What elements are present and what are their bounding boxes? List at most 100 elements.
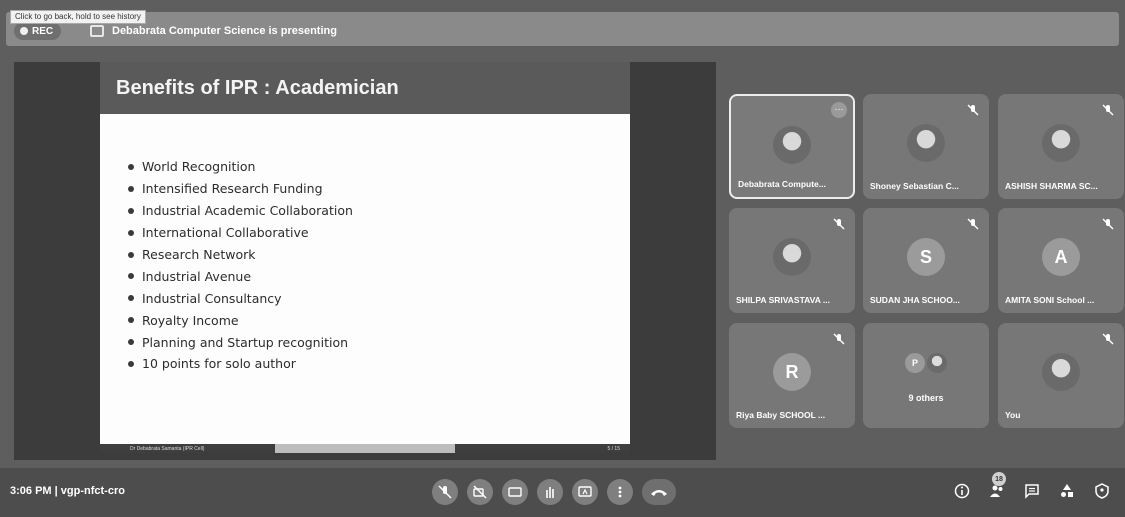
participant-tile[interactable]: ⋯ Debabrata Compute... xyxy=(729,94,855,199)
list-item: Royalty Income xyxy=(128,309,630,331)
avatar xyxy=(773,126,811,164)
list-item: World Recognition xyxy=(128,156,630,178)
participant-name: Debabrata Compute... xyxy=(738,179,826,189)
back-tooltip: Click to go back, hold to see history xyxy=(10,10,146,24)
bullet-icon xyxy=(128,360,134,367)
slide-title: Benefits of IPR : Academician xyxy=(116,76,399,99)
participant-tile-self[interactable]: You xyxy=(998,323,1124,428)
host-controls-button[interactable] xyxy=(1093,482,1111,500)
participant-name: Riya Baby SCHOOL ... xyxy=(736,410,826,420)
presenting-banner: Debabrata Computer Science is presenting xyxy=(90,22,337,40)
people-button[interactable]: 18 xyxy=(988,472,1006,500)
people-count-badge: 18 xyxy=(992,472,1006,486)
bullet-icon xyxy=(128,163,134,170)
slide-bullet-list: World Recognition Intensified Research F… xyxy=(128,156,630,375)
avatar xyxy=(907,124,945,162)
chat-button[interactable] xyxy=(1023,482,1041,500)
mic-off-icon xyxy=(833,218,845,230)
others-avatars: P xyxy=(905,353,947,373)
bullet-text: Industrial Avenue xyxy=(142,268,252,284)
others-tile[interactable]: P 9 others xyxy=(863,323,989,428)
bullet-icon xyxy=(128,251,134,258)
bullet-icon xyxy=(128,317,134,324)
chat-icon xyxy=(1025,484,1039,499)
meeting-info: 3:06 PM | vgp-nfct-cro xyxy=(10,485,125,497)
participant-tile[interactable]: R Riya Baby SCHOOL ... xyxy=(729,323,855,428)
avatar xyxy=(927,353,947,373)
list-item: Intensified Research Funding xyxy=(128,178,630,200)
more-options-button[interactable] xyxy=(607,479,633,505)
avatar xyxy=(1042,353,1080,391)
bullet-icon xyxy=(128,185,134,192)
mic-off-icon xyxy=(833,333,845,345)
mic-off-icon xyxy=(1102,218,1114,230)
list-item: Industrial Avenue xyxy=(128,265,630,287)
participant-tile[interactable]: A AMITA SONI School ... xyxy=(998,208,1124,313)
avatar xyxy=(773,238,811,276)
mic-toggle-button[interactable] xyxy=(432,479,458,505)
participant-tile[interactable]: ASHISH SHARMA SC... xyxy=(998,94,1124,199)
mic-off-icon xyxy=(1102,104,1114,116)
meeting-info-button[interactable] xyxy=(953,482,971,500)
mic-off-icon xyxy=(1102,333,1114,345)
participant-name: ASHISH SHARMA SC... xyxy=(1005,181,1098,191)
activities-icon xyxy=(1061,484,1073,497)
avatar: A xyxy=(1042,238,1080,276)
clock-time: 3:06 PM xyxy=(10,485,52,497)
avatar: S xyxy=(907,238,945,276)
screen-share-icon xyxy=(90,25,104,37)
slide-page-number: 5 / 15 xyxy=(607,445,620,452)
bullet-text: Industrial Academic Collaboration xyxy=(142,203,353,219)
bullet-icon xyxy=(128,229,134,236)
camera-toggle-button[interactable] xyxy=(467,479,493,505)
list-item: Research Network xyxy=(128,244,630,266)
participant-name: SHILPA SRIVASTAVA ... xyxy=(736,295,830,305)
raise-hand-button[interactable] xyxy=(537,479,563,505)
participant-tile[interactable]: SHILPA SRIVASTAVA ... xyxy=(729,208,855,313)
participant-name: Shoney Sebastian C... xyxy=(870,181,959,191)
side-panel-icons: 18 xyxy=(953,472,1111,500)
avatar: R xyxy=(773,353,811,391)
others-count: 9 others xyxy=(908,393,944,403)
slide-header: Benefits of IPR : Academician xyxy=(100,62,630,114)
participant-tile[interactable]: S SUDAN JHA SCHOO... xyxy=(863,208,989,313)
activities-button[interactable] xyxy=(1058,482,1076,500)
present-icon xyxy=(578,486,592,497)
info-icon xyxy=(954,483,970,499)
more-options-icon xyxy=(618,486,622,498)
bullet-text: Planning and Startup recognition xyxy=(142,334,349,350)
slide-footer: Dr Debabrata Samanta (IPR Cell) 5 / 15 xyxy=(100,444,630,453)
bottom-bar: 3:06 PM | vgp-nfct-cro 18 xyxy=(0,468,1125,517)
camera-off-icon xyxy=(473,485,487,499)
list-item: Industrial Academic Collaboration xyxy=(128,200,630,222)
participant-name: SUDAN JHA SCHOO... xyxy=(870,295,960,305)
avatar xyxy=(1042,124,1080,162)
recording-badge[interactable]: REC xyxy=(14,22,62,40)
list-item: Industrial Consultancy xyxy=(128,287,630,309)
list-item: Planning and Startup recognition xyxy=(128,331,630,353)
presentation-stage: Benefits of IPR : Academician World Reco… xyxy=(14,62,716,460)
mic-off-icon xyxy=(438,485,452,499)
more-options-icon[interactable]: ⋯ xyxy=(831,102,847,118)
separator: | xyxy=(54,485,58,497)
record-dot-icon xyxy=(20,27,28,35)
bullet-text: Industrial Consultancy xyxy=(142,290,282,306)
slide-footer-bar xyxy=(275,444,455,453)
bullet-icon xyxy=(128,273,134,280)
list-item: International Collaborative xyxy=(128,222,630,244)
present-button[interactable] xyxy=(572,479,598,505)
raise-hand-icon xyxy=(546,487,554,498)
bullet-icon xyxy=(128,339,134,346)
bullet-text: International Collaborative xyxy=(142,225,309,241)
slide-footer-author: Dr Debabrata Samanta (IPR Cell) xyxy=(130,445,205,452)
bullet-icon xyxy=(128,207,134,214)
bullet-icon xyxy=(128,295,134,302)
bullet-text: 10 points for solo author xyxy=(142,356,296,372)
bullet-text: Intensified Research Funding xyxy=(142,181,323,197)
captions-button[interactable] xyxy=(502,479,528,505)
end-call-button[interactable] xyxy=(642,479,676,505)
mic-off-icon xyxy=(967,218,979,230)
bullet-text: Research Network xyxy=(142,247,256,262)
participant-tile[interactable]: Shoney Sebastian C... xyxy=(863,94,989,199)
rec-label: REC xyxy=(32,25,54,37)
